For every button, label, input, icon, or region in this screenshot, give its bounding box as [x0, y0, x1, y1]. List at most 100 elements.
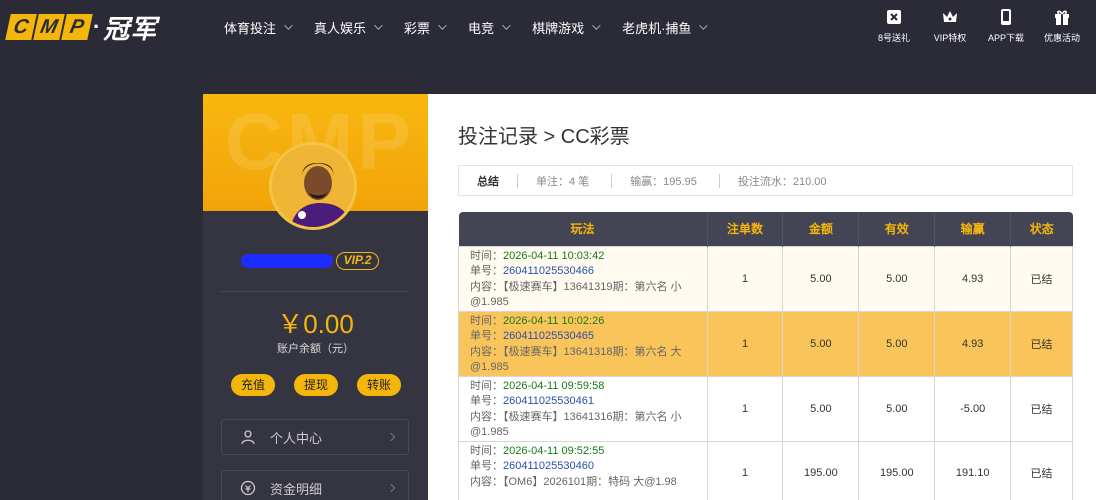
column-header: 玩法 — [458, 212, 708, 246]
chevron-right-icon — [386, 432, 396, 442]
nav-item-card-games[interactable]: 棋牌游戏 — [532, 18, 601, 37]
winloss-amount: 191.10 — [934, 440, 1012, 500]
top-right-label: APP下载 — [987, 33, 1024, 43]
winloss-amount: 4.93 — [934, 245, 1012, 312]
bet-time: 2026-04-11 10:03:42 — [503, 249, 605, 262]
valid-amount: 5.00 — [858, 310, 936, 377]
bet-content: 【OM6】2026101期：特码 大@1.98 — [503, 475, 677, 488]
profile-panel: CMP VIP.2 ￥0.00 账户余额（元） 充值 提现 转账 个人中心 资金… — [203, 94, 428, 500]
bet-detail-cell: 时间：2026-04-11 10:03:42 单号：26041102553046… — [458, 245, 708, 312]
nav-item-sports[interactable]: 体育投注 — [224, 18, 293, 37]
bet-amount: 5.00 — [782, 375, 860, 442]
nav-label: 彩票 — [404, 20, 431, 36]
chevron-down-icon — [502, 21, 511, 30]
nav-label: 体育投注 — [224, 20, 277, 36]
avatar-image — [272, 145, 354, 227]
order-number-link[interactable]: 260411025530465 — [503, 330, 594, 342]
valid-amount: 195.00 — [858, 440, 936, 500]
chevron-down-icon — [284, 21, 293, 30]
gift-8-button[interactable]: 8号送礼 — [866, 8, 922, 44]
content-label: 内容： — [470, 280, 503, 293]
nav-item-lottery[interactable]: 彩票 — [404, 18, 447, 37]
transfer-button[interactable]: 转账 — [357, 374, 401, 396]
bet-time: 2026-04-11 09:59:58 — [503, 379, 605, 392]
bet-count: 1 — [706, 440, 784, 500]
chevron-down-icon — [438, 21, 447, 30]
nav-label: 棋牌游戏 — [532, 20, 585, 36]
menu-label: 个人中心 — [270, 430, 323, 446]
time-label: 时间： — [470, 444, 503, 457]
order-number-link[interactable]: 260411025530460 — [503, 460, 594, 472]
time-label: 时间： — [470, 379, 503, 392]
bet-status: 已结 — [1010, 310, 1073, 377]
divider — [517, 173, 518, 188]
winloss-amount: 4.93 — [934, 310, 1012, 377]
summary-turnover: 投注流水：210.00 — [737, 175, 827, 188]
valid-amount: 5.00 — [858, 245, 936, 312]
bet-detail-cell: 时间：2026-04-11 09:52:55 单号：26041102553046… — [458, 440, 708, 500]
menu-personal-center[interactable]: 个人中心 — [221, 419, 409, 455]
order-label: 单号： — [470, 330, 503, 342]
table-header-row: 玩法 注单数 金额 有效 输赢 状态 — [458, 212, 1073, 246]
summary-winloss: 输赢：195.95 — [630, 175, 697, 188]
vip-badge: VIP.2 — [336, 252, 379, 270]
content-label: 内容： — [470, 475, 503, 488]
divider — [718, 173, 720, 188]
bet-records-panel: 投注记录 > CC彩票 总结 单注：4 笔 输赢：195.95 投注流水：210… — [428, 94, 1096, 500]
gift-box-icon — [887, 10, 901, 24]
table-row[interactable]: 时间：2026-04-11 09:52:55 单号：26041102553046… — [458, 440, 1073, 500]
nav-item-live-casino[interactable]: 真人娱乐 — [314, 18, 383, 37]
summary-bet-count: 单注：4 笔 — [536, 175, 590, 188]
page-title: 投注记录 > CC彩票 — [458, 126, 630, 148]
logo-letter: P — [61, 14, 93, 40]
column-header: 金额 — [782, 212, 860, 246]
promotions-button[interactable]: 优惠活动 — [1034, 8, 1090, 44]
deposit-button[interactable]: 充值 — [231, 374, 275, 396]
logo[interactable]: C M P · 冠军 — [5, 12, 157, 44]
summary-label: 总结 — [477, 175, 499, 188]
order-number-link[interactable]: 260411025530461 — [503, 395, 594, 407]
username-redacted — [241, 254, 333, 268]
nav-item-esports[interactable]: 电竞 — [468, 18, 511, 37]
table-row[interactable]: 时间：2026-04-11 09:59:58 单号：26041102553046… — [458, 375, 1073, 442]
menu-fund-details[interactable]: 资金明细 — [221, 470, 409, 500]
chevron-down-icon — [374, 21, 383, 30]
vip-privilege-button[interactable]: VIP特权 — [922, 8, 978, 44]
column-header: 注单数 — [707, 212, 784, 246]
column-header: 状态 — [1010, 212, 1073, 246]
order-label: 单号： — [470, 395, 503, 407]
avatar[interactable] — [269, 142, 357, 230]
content-label: 内容： — [470, 345, 503, 358]
bet-amount: 5.00 — [782, 310, 860, 377]
bet-detail-cell: 时间：2026-04-11 10:02:26 单号：26041102553046… — [458, 310, 708, 377]
bet-records-table: 玩法 注单数 金额 有效 输赢 状态 时间：2026-04-11 10:03:4… — [458, 212, 1073, 500]
bet-count: 1 — [706, 310, 784, 377]
content-label: 内容： — [470, 410, 503, 423]
top-right-label: 优惠活动 — [1043, 33, 1080, 43]
bet-count: 1 — [706, 375, 784, 442]
top-nav: C M P · 冠军 体育投注 真人娱乐 彩票 电竞 棋牌游戏 老虎机·捕鱼 8… — [0, 0, 1096, 54]
table-row[interactable]: 时间：2026-04-11 10:02:26 单号：26041102553046… — [458, 310, 1073, 377]
logo-letter: M — [33, 14, 65, 40]
logo-dot: · — [93, 14, 101, 39]
valid-amount: 5.00 — [858, 375, 936, 442]
top-right-actions: 8号送礼 VIP特权 APP下载 优惠活动 — [866, 8, 1090, 44]
nav-item-slots-fishing[interactable]: 老虎机·捕鱼 — [622, 18, 709, 37]
app-download-button[interactable]: APP下载 — [978, 8, 1034, 44]
chevron-right-icon — [386, 483, 396, 493]
nav-label: 老虎机·捕鱼 — [622, 20, 692, 36]
divider — [611, 173, 613, 188]
bet-count: 1 — [706, 245, 784, 312]
order-label: 单号： — [470, 460, 503, 472]
withdraw-button[interactable]: 提现 — [294, 374, 338, 396]
bet-amount: 195.00 — [782, 440, 860, 500]
column-header: 输赢 — [934, 212, 1012, 246]
order-number-link[interactable]: 260411025530466 — [503, 265, 594, 277]
bet-status: 已结 — [1010, 440, 1073, 500]
logo-letter: C — [5, 14, 37, 40]
bet-amount: 5.00 — [782, 245, 860, 312]
menu-label: 资金明细 — [270, 481, 323, 497]
phone-icon — [1001, 9, 1011, 25]
order-label: 单号： — [470, 265, 503, 277]
table-row[interactable]: 时间：2026-04-11 10:03:42 单号：26041102553046… — [458, 245, 1073, 312]
